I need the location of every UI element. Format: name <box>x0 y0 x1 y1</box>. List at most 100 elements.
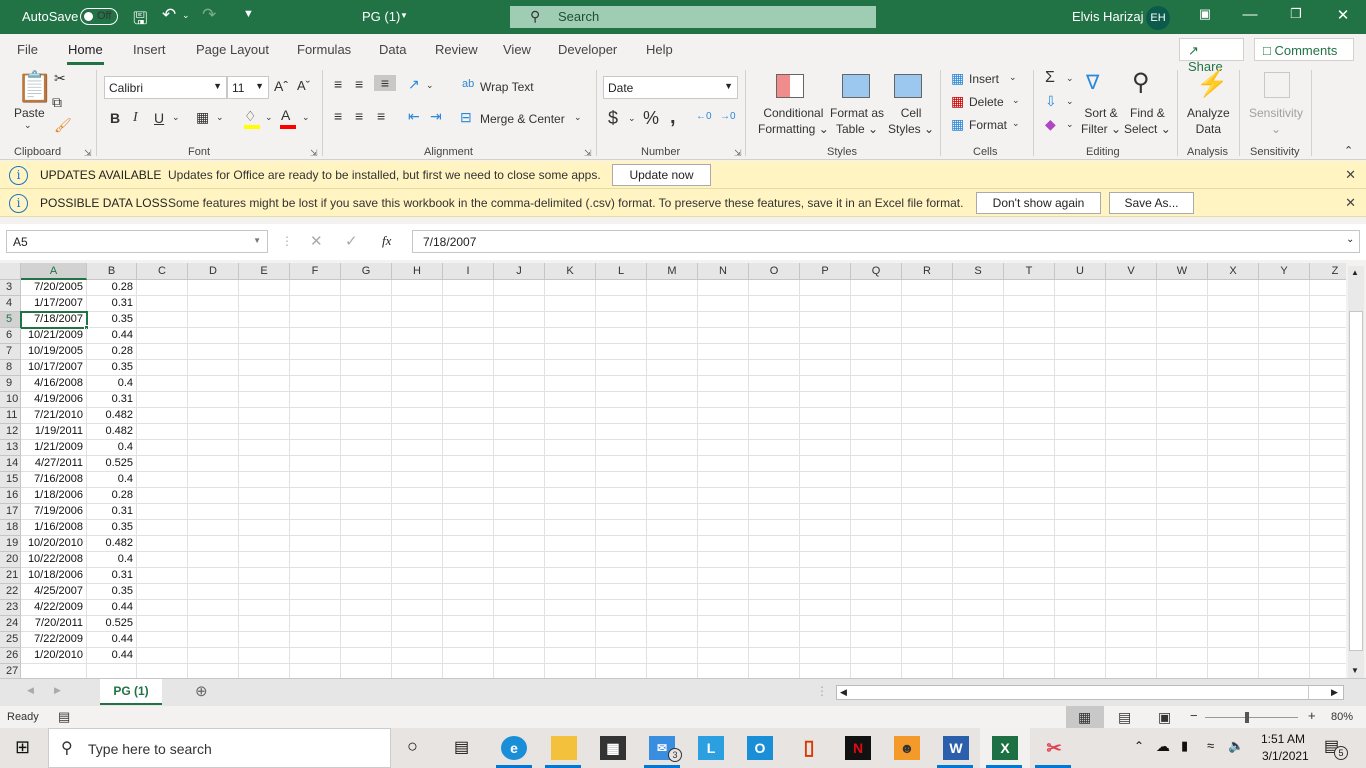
cell-g9[interactable] <box>341 376 392 392</box>
cell-l25[interactable] <box>596 632 647 648</box>
zoom-slider[interactable] <box>1205 717 1298 718</box>
column-header-t[interactable]: T <box>1004 263 1055 280</box>
row-header[interactable]: 3 <box>0 280 21 296</box>
cell-s18[interactable] <box>953 520 1004 536</box>
font-color-icon[interactable]: A <box>281 107 290 123</box>
cell-m17[interactable] <box>647 504 698 520</box>
format-cells-button[interactable]: Format <box>969 118 1007 132</box>
column-header-b[interactable]: B <box>87 263 137 280</box>
cell-n15[interactable] <box>698 472 749 488</box>
cell-k27[interactable] <box>545 664 596 678</box>
cell-l27[interactable] <box>596 664 647 678</box>
number-format-combo[interactable]: Date ▼ <box>603 76 738 99</box>
cell-r20[interactable] <box>902 552 953 568</box>
cell-z18[interactable] <box>1310 520 1346 536</box>
cell-a3[interactable]: 7/20/2005 <box>21 280 87 296</box>
file-explorer-icon[interactable] <box>551 736 577 760</box>
show-hidden-icons-icon[interactable]: ⌃ <box>1134 739 1144 753</box>
cell-e17[interactable] <box>239 504 290 520</box>
cell-s10[interactable] <box>953 392 1004 408</box>
cell-e25[interactable] <box>239 632 290 648</box>
cell-b9[interactable]: 0.4 <box>87 376 137 392</box>
cell-g8[interactable] <box>341 360 392 376</box>
bottom-align-icon[interactable]: ≡ <box>374 75 396 91</box>
cell-n7[interactable] <box>698 344 749 360</box>
cell-a19[interactable]: 10/20/2010 <box>21 536 87 552</box>
cell-f6[interactable] <box>290 328 341 344</box>
cell-v8[interactable] <box>1106 360 1157 376</box>
cell-k20[interactable] <box>545 552 596 568</box>
column-header-n[interactable]: N <box>698 263 749 280</box>
cell-c15[interactable] <box>137 472 188 488</box>
row-header[interactable]: 14 <box>0 456 21 472</box>
row-header[interactable]: 13 <box>0 440 21 456</box>
zoom-out-icon[interactable]: − <box>1190 708 1198 723</box>
cell-t13[interactable] <box>1004 440 1055 456</box>
cell-x18[interactable] <box>1208 520 1259 536</box>
cell-p14[interactable] <box>800 456 851 472</box>
tab-formulas[interactable]: Formulas <box>297 42 351 57</box>
cell-r22[interactable] <box>902 584 953 600</box>
cell-r5[interactable] <box>902 312 953 328</box>
cell-c19[interactable] <box>137 536 188 552</box>
cell-j17[interactable] <box>494 504 545 520</box>
cell-p13[interactable] <box>800 440 851 456</box>
cell-p8[interactable] <box>800 360 851 376</box>
cell-k7[interactable] <box>545 344 596 360</box>
cell-k13[interactable] <box>545 440 596 456</box>
cell-i10[interactable] <box>443 392 494 408</box>
close-icon[interactable]: ✕ <box>1345 167 1356 183</box>
cell-y17[interactable] <box>1259 504 1310 520</box>
cell-q24[interactable] <box>851 616 902 632</box>
column-header-r[interactable]: R <box>902 263 953 280</box>
cell-u25[interactable] <box>1055 632 1106 648</box>
scroll-up-icon[interactable]: ▲ <box>1351 268 1359 277</box>
cell-t12[interactable] <box>1004 424 1055 440</box>
cell-j24[interactable] <box>494 616 545 632</box>
cell-h14[interactable] <box>392 456 443 472</box>
cell-l18[interactable] <box>596 520 647 536</box>
tab-view[interactable]: View <box>503 42 531 57</box>
column-header-j[interactable]: J <box>494 263 545 280</box>
cell-m20[interactable] <box>647 552 698 568</box>
cell-k10[interactable] <box>545 392 596 408</box>
cell-i4[interactable] <box>443 296 494 312</box>
cell-t8[interactable] <box>1004 360 1055 376</box>
borders-dropdown-icon[interactable]: ⌄ <box>216 112 224 123</box>
cell-n6[interactable] <box>698 328 749 344</box>
cell-z10[interactable] <box>1310 392 1346 408</box>
cell-u20[interactable] <box>1055 552 1106 568</box>
cell-a24[interactable]: 7/20/2011 <box>21 616 87 632</box>
cell-h17[interactable] <box>392 504 443 520</box>
cell-f7[interactable] <box>290 344 341 360</box>
cortana-app-icon[interactable]: O <box>747 736 773 760</box>
cell-z3[interactable] <box>1310 280 1346 296</box>
cell-e8[interactable] <box>239 360 290 376</box>
cell-c4[interactable] <box>137 296 188 312</box>
cell-l6[interactable] <box>596 328 647 344</box>
cell-n8[interactable] <box>698 360 749 376</box>
cell-u9[interactable] <box>1055 376 1106 392</box>
avatar[interactable]: EH <box>1146 6 1170 30</box>
cell-e14[interactable] <box>239 456 290 472</box>
cell-d19[interactable] <box>188 536 239 552</box>
l-app-icon[interactable]: L <box>698 736 724 760</box>
cell-h8[interactable] <box>392 360 443 376</box>
cell-z15[interactable] <box>1310 472 1346 488</box>
cell-h6[interactable] <box>392 328 443 344</box>
horizontal-scrollbar[interactable]: ◀ ▶ <box>836 685 1344 700</box>
cut-icon[interactable]: ✂ <box>54 70 66 87</box>
cell-e16[interactable] <box>239 488 290 504</box>
cell-h24[interactable] <box>392 616 443 632</box>
task-view-icon[interactable]: ▤ <box>454 737 469 757</box>
cell-q13[interactable] <box>851 440 902 456</box>
cell-g20[interactable] <box>341 552 392 568</box>
cell-s27[interactable] <box>953 664 1004 678</box>
format-dropdown-icon[interactable]: ⌄ <box>1012 118 1020 129</box>
cell-b27[interactable] <box>87 664 137 678</box>
cell-l17[interactable] <box>596 504 647 520</box>
italic-button[interactable]: I <box>133 110 138 126</box>
cell-o17[interactable] <box>749 504 800 520</box>
analyze-data-icon[interactable]: ⚡ <box>1196 68 1228 99</box>
cell-h5[interactable] <box>392 312 443 328</box>
